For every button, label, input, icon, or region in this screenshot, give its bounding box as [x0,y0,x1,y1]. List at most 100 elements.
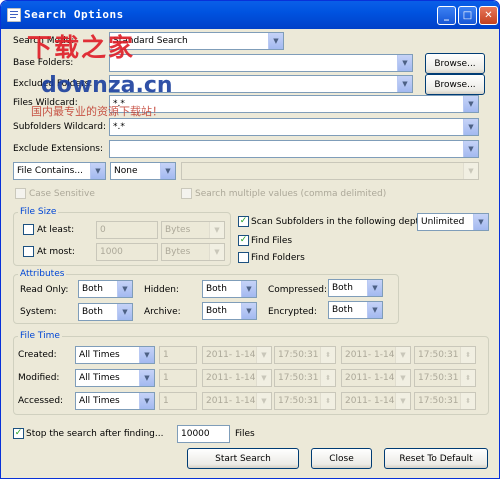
scan-depth-select[interactable]: Unlimited ▼ [417,213,489,231]
at-least-unit-select[interactable]: Bytes ▼ [161,221,225,239]
chevron-down-icon: ▼ [256,370,271,386]
title-bar[interactable]: Search Options _ □ ✕ [1,1,499,29]
created-time-from[interactable]: 17:50:31 ⬍ [274,346,336,364]
base-folders-combo[interactable]: ▼ [109,54,413,72]
at-least-unit-value: Bytes [165,225,191,235]
maximize-button[interactable]: □ [458,6,477,25]
contains-type-value: None [114,166,138,176]
created-number-input[interactable]: 1 [159,346,197,364]
close-window-button[interactable]: ✕ [479,6,498,25]
stop-search-checkbox[interactable]: ✓ [13,428,24,439]
accessed-date-to[interactable]: 2011- 1-14 ▼ [341,392,411,410]
at-least-input[interactable]: 0 [96,221,158,239]
accessed-number-input[interactable]: 1 [159,392,197,410]
chevron-down-icon: ▼ [395,347,410,363]
close-button[interactable]: Close [311,448,372,469]
case-sensitive-label: Case Sensitive [29,189,95,199]
read-only-label: Read Only: [20,285,69,295]
at-most-unit-select[interactable]: Bytes ▼ [161,243,225,261]
search-options-window: Search Options _ □ ✕ Search Mode: Standa… [0,0,500,479]
exclude-extensions-combo[interactable]: ▼ [109,140,479,158]
reset-to-default-button[interactable]: Reset To Default [384,448,488,469]
modified-number-value: 1 [163,373,169,383]
contains-type-select[interactable]: None ▼ [110,162,176,180]
subfolders-wildcard-value: *.* [113,122,125,132]
chevron-down-icon: ▼ [463,163,478,179]
chevron-down-icon: ▼ [241,281,256,297]
modified-number-input[interactable]: 1 [159,369,197,387]
accessed-date-from[interactable]: 2011- 1-14 ▼ [202,392,272,410]
modified-date-from[interactable]: 2011- 1-14 ▼ [202,369,272,387]
multiple-values-checkbox[interactable] [181,188,192,199]
accessed-number-value: 1 [163,396,169,406]
file-size-title: File Size [18,207,59,217]
chevron-down-icon: ▼ [473,214,488,230]
at-most-unit-value: Bytes [165,247,191,257]
chevron-down-icon: ▼ [268,33,283,49]
chevron-down-icon: ▼ [139,393,154,409]
accessed-time-to[interactable]: 17:50:31 ⬍ [414,392,476,410]
find-folders-checkbox[interactable] [238,252,249,263]
multiple-values-label: Search multiple values (comma delimited) [195,189,387,199]
at-most-checkbox[interactable] [23,246,34,257]
stop-unit-label: Files [235,429,255,439]
created-mode-value: All Times [79,350,120,360]
scan-depth-value: Unlimited [421,217,465,227]
read-only-value: Both [82,284,103,294]
created-date-to[interactable]: 2011- 1-14 ▼ [341,346,411,364]
scan-subfolders-checkbox[interactable]: ✓ [238,216,249,227]
chevron-down-icon: ▼ [256,393,271,409]
archive-select[interactable]: Both ▼ [202,302,257,320]
minimize-button[interactable]: _ [437,6,456,25]
chevron-down-icon: ▼ [117,281,132,297]
created-date-from[interactable]: 2011- 1-14 ▼ [202,346,272,364]
hidden-label: Hidden: [144,285,179,295]
spin-icon: ⬍ [460,370,475,386]
chevron-down-icon: ▼ [463,141,478,157]
contains-mode-select[interactable]: File Contains... ▼ [13,162,106,180]
modified-date-to[interactable]: 2011- 1-14 ▼ [341,369,411,387]
created-mode-select[interactable]: All Times ▼ [75,346,155,364]
modified-time-from[interactable]: 17:50:31 ⬍ [274,369,336,387]
created-label: Created: [18,350,57,360]
hidden-select[interactable]: Both ▼ [202,280,257,298]
compressed-select[interactable]: Both ▼ [328,279,383,297]
at-most-value: 1000 [100,247,123,257]
accessed-mode-select[interactable]: All Times ▼ [75,392,155,410]
accessed-mode-value: All Times [79,396,120,406]
browse-base-button[interactable]: Browse... [425,53,485,74]
modified-time-to[interactable]: 17:50:31 ⬍ [414,369,476,387]
at-most-label: At most: [37,247,75,257]
find-files-checkbox[interactable]: ✓ [238,235,249,246]
stop-count-input[interactable]: 10000 [177,425,230,443]
read-only-select[interactable]: Both ▼ [78,280,133,298]
watermark-logo: 下载之家 [27,33,136,62]
stop-search-label: Stop the search after finding... [26,429,164,439]
at-least-checkbox[interactable] [23,224,34,235]
contains-text-combo[interactable]: ▼ [181,162,479,180]
subfolders-wildcard-label: Subfolders Wildcard: [13,122,106,132]
accessed-time-to-value: 17:50:31 [418,396,459,406]
subfolders-wildcard-combo[interactable]: *.* ▼ [109,118,479,136]
system-label: System: [20,307,57,317]
accessed-time-from[interactable]: 17:50:31 ⬍ [274,392,336,410]
app-icon [7,8,21,22]
search-mode-select[interactable]: Standard Search ▼ [109,32,284,50]
created-time-to[interactable]: 17:50:31 ⬍ [414,346,476,364]
accessed-label: Accessed: [18,396,64,406]
at-most-input[interactable]: 1000 [96,243,158,261]
case-sensitive-checkbox[interactable] [15,188,26,199]
created-time-to-value: 17:50:31 [418,350,459,360]
encrypted-select[interactable]: Both ▼ [328,301,383,319]
modified-mode-select[interactable]: All Times ▼ [75,369,155,387]
modified-mode-value: All Times [79,373,120,383]
created-date-from-value: 2011- 1-14 [206,350,256,360]
archive-label: Archive: [144,307,181,317]
at-least-label: At least: [37,225,75,235]
browse-excluded-button[interactable]: Browse... [425,74,485,95]
spin-icon: ⬍ [460,347,475,363]
chevron-down-icon: ▼ [367,280,382,296]
start-search-button[interactable]: Start Search [187,448,299,469]
hidden-value: Both [206,284,227,294]
system-select[interactable]: Both ▼ [78,303,133,321]
